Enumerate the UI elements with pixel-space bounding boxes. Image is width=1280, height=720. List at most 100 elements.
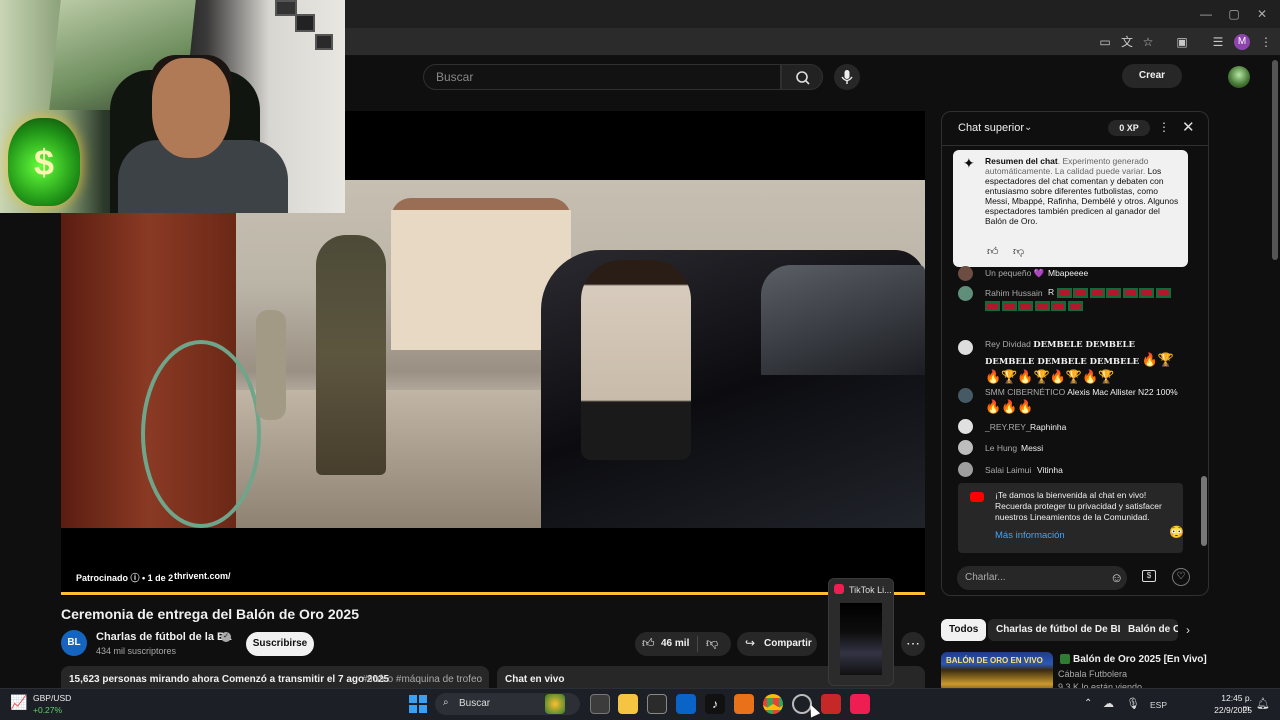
chat-author[interactable]: _REY.REY_	[985, 422, 1031, 432]
chat-input[interactable]: Charlar...	[957, 566, 1127, 590]
stock-widget-icon[interactable]: 📈	[10, 694, 27, 711]
maximize-icon[interactable]: ▢	[1226, 6, 1242, 22]
create-button[interactable]: Crear	[1122, 64, 1182, 88]
language-indicator[interactable]: ESP	[1150, 700, 1167, 710]
close-window-icon[interactable]: ✕	[1254, 6, 1270, 22]
chrome-icon[interactable]	[763, 694, 783, 714]
flag-emoji	[1056, 287, 1072, 298]
dislike-icon[interactable]: 👎︎	[706, 636, 718, 651]
chat-summary-title: Resumen del chat	[985, 156, 1058, 166]
task-view-icon[interactable]	[590, 694, 610, 714]
recommendation-channel[interactable]: Cábala Futbolera	[1058, 669, 1127, 679]
flag-emoji	[1139, 287, 1155, 298]
like-icon[interactable]: 👍︎	[642, 636, 655, 651]
page-scrollbar[interactable]	[1272, 60, 1278, 260]
like-count[interactable]: 46 mil	[661, 638, 689, 649]
star-icon[interactable]: ☆	[1140, 34, 1156, 50]
channel-avatar[interactable]: BL	[61, 630, 87, 656]
taskbar-preview-thumbnail[interactable]	[840, 603, 882, 675]
channel-name[interactable]: Charlas de fútbol de la BL	[96, 631, 232, 643]
money-bag-icon: $	[8, 118, 80, 206]
ad-progress-bar[interactable]	[61, 592, 925, 595]
chat-mode-selector[interactable]: Chat superior	[958, 122, 1024, 134]
chevron-down-icon[interactable]: ⌄	[1024, 122, 1032, 133]
chat-avatar[interactable]	[958, 462, 973, 477]
video-title: Ceremonia de entrega del Balón de Oro 20…	[61, 606, 359, 622]
aimp-icon[interactable]	[734, 694, 754, 714]
flag-emoji	[1018, 300, 1033, 311]
more-info-link[interactable]: Más información	[995, 530, 1065, 541]
chat-author[interactable]: Le Hung	[985, 443, 1017, 453]
emoji-icon[interactable]: ☺	[1110, 570, 1123, 585]
chat-author[interactable]: Salai Laimui	[985, 465, 1031, 475]
chat-message-text: R	[985, 286, 1185, 312]
more-actions-button[interactable]: ⋯	[901, 632, 925, 656]
like-divider	[697, 636, 698, 652]
store-icon[interactable]	[647, 694, 667, 714]
share-label[interactable]: Compartir	[764, 638, 812, 649]
sidebar-icon[interactable]: ▣	[1174, 34, 1190, 50]
chat-author[interactable]: Un pequeño 💜	[985, 268, 1044, 279]
tiktok-app-icon[interactable]: ♪	[705, 694, 725, 714]
translate-icon[interactable]: 文	[1119, 34, 1135, 50]
tiktok-live-icon[interactable]	[850, 694, 870, 714]
subscribe-button[interactable]: Suscribirse	[246, 632, 314, 656]
thumbs-up-icon[interactable]: 👍︎	[987, 245, 999, 258]
notification-icon[interactable]: 🔔︎	[1256, 697, 1270, 710]
widgets-app-icon[interactable]	[545, 694, 565, 714]
tab-search-icon[interactable]: ☰	[1210, 34, 1226, 50]
search-icon	[796, 71, 810, 85]
tray-overflow-icon[interactable]: ⌃	[1084, 698, 1092, 709]
menu-icon[interactable]: ⋮	[1258, 34, 1274, 50]
stock-widget-name[interactable]: GBP/USD	[33, 693, 71, 703]
verified-icon: ✓	[221, 632, 231, 642]
super-chat-icon[interactable]: $	[1142, 570, 1156, 582]
flag-emoji	[1073, 287, 1089, 298]
chat-message-text: Vitinha	[1037, 465, 1063, 475]
chat-avatar[interactable]	[958, 388, 973, 403]
chat-author[interactable]: Rey Dividad	[985, 339, 1031, 349]
thumbs-down-icon[interactable]: 👎︎	[1013, 245, 1024, 258]
chat-scrollbar[interactable]	[1200, 146, 1208, 558]
ad-sponsored-label[interactable]: Patrocinado ⓘ • 1 de 2	[76, 571, 173, 584]
mic-tray-icon[interactable]: 🎙︎	[1126, 697, 1140, 710]
chat-message-text: Messi	[1021, 443, 1044, 453]
chat-avatar[interactable]	[958, 419, 973, 434]
profile-avatar[interactable]: M	[1234, 34, 1250, 50]
ad-url-link[interactable]: thrivent.com/	[174, 571, 231, 581]
chat-avatar[interactable]	[958, 266, 973, 281]
live-icon	[1060, 654, 1070, 664]
search-input[interactable]: Buscar	[423, 64, 781, 90]
close-icon[interactable]: ✕	[1182, 118, 1195, 136]
flag-emoji	[1089, 287, 1105, 298]
chip-channel[interactable]: Charlas de fútbol de De BL	[988, 619, 1132, 641]
outlook-icon[interactable]	[676, 694, 696, 714]
file-explorer-icon[interactable]	[618, 694, 638, 714]
user-avatar[interactable]	[1228, 66, 1250, 88]
chat-replay-label: Chat en vivo	[505, 674, 565, 685]
ad-progress-fill	[61, 592, 925, 595]
heart-icon[interactable]: ♡	[1172, 568, 1190, 586]
minimize-icon[interactable]: —	[1198, 6, 1214, 22]
recommendation-title[interactable]: Balón de Oro 2025 [En Vivo]	[1073, 654, 1207, 665]
windows-start-icon[interactable]	[409, 695, 427, 713]
chat-avatar[interactable]	[958, 440, 973, 455]
search-button[interactable]	[781, 64, 823, 90]
voice-search-button[interactable]	[834, 64, 860, 90]
chat-avatar[interactable]	[958, 340, 973, 355]
flag-emoji	[1106, 287, 1122, 298]
onedrive-icon[interactable]: ☁	[1103, 697, 1114, 710]
description-tags[interactable]: #trofeo #máquina de trofeo	[362, 674, 482, 685]
amd-icon[interactable]	[821, 694, 841, 714]
chat-author[interactable]: SMM CIBERNÉTICO	[985, 387, 1065, 397]
cast-icon[interactable]: ▭	[1097, 34, 1113, 50]
chat-menu-icon[interactable]: ⋮	[1158, 120, 1170, 134]
chip-balon[interactable]: Balón de O	[1120, 619, 1178, 641]
flag-emoji	[1122, 287, 1138, 298]
xp-badge[interactable]: 0 XP	[1108, 120, 1150, 136]
chevron-right-icon[interactable]: ›	[1186, 623, 1190, 637]
clock-date[interactable]: 22/9/2025	[1212, 705, 1252, 715]
flag-emoji	[985, 300, 1000, 311]
chip-all[interactable]: Todos	[941, 619, 987, 641]
chat-avatar[interactable]	[958, 286, 973, 301]
